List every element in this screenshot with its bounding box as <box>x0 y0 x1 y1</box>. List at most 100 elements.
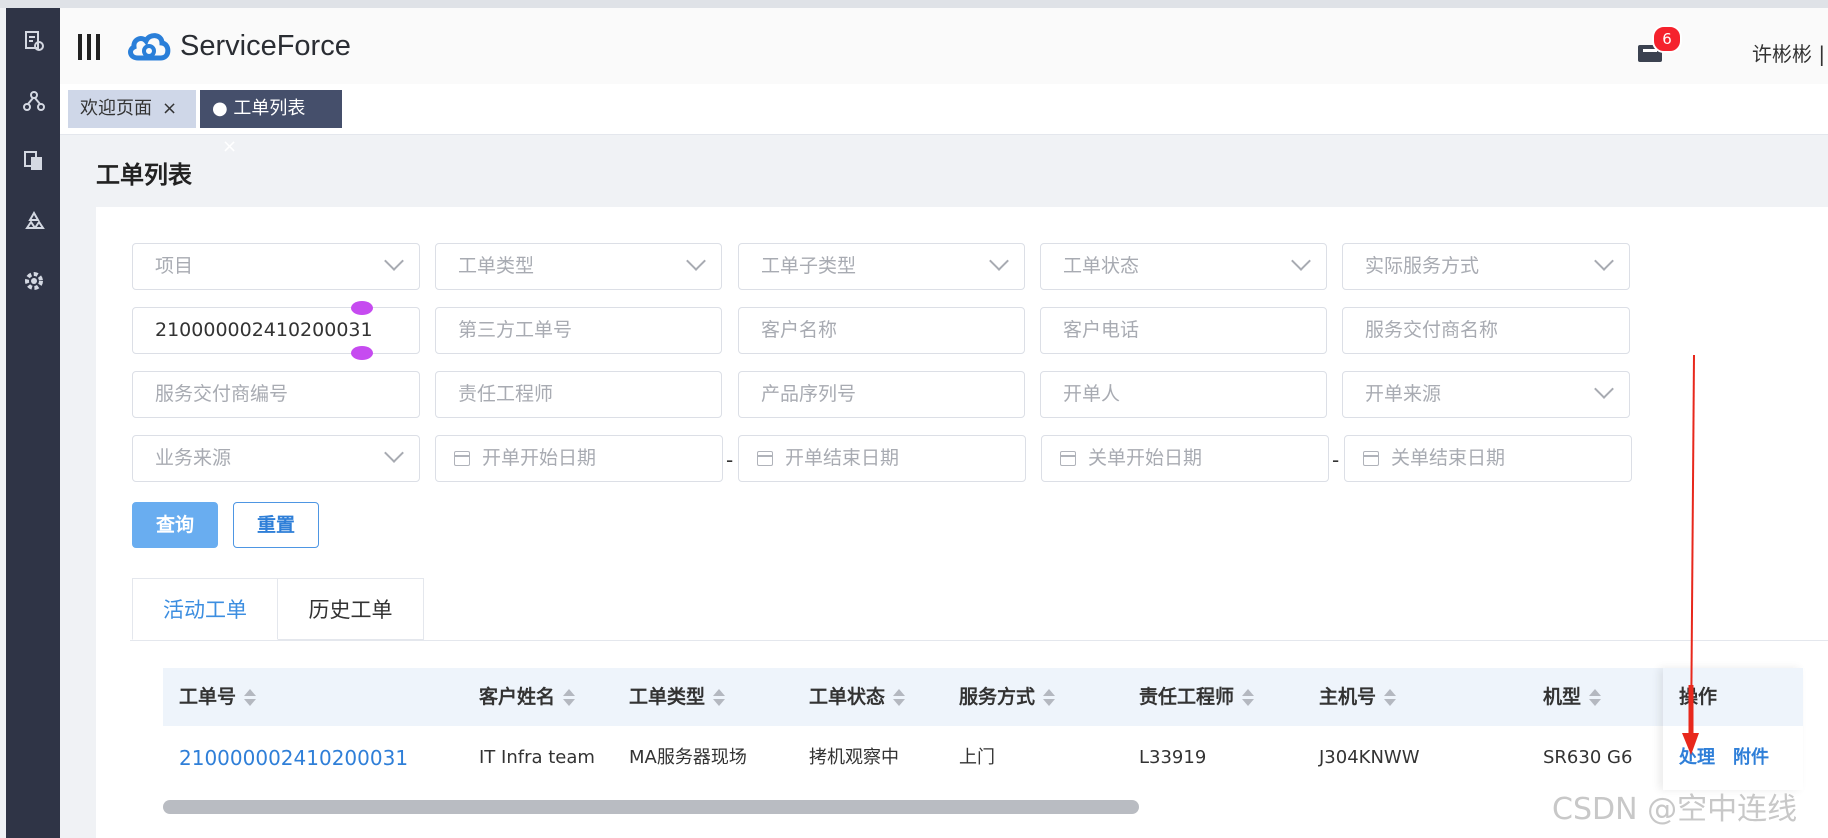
open-end-date[interactable]: 开单结束日期 <box>738 435 1026 482</box>
page-title: 工单列表 <box>96 161 192 189</box>
tab-welcome[interactable]: 欢迎页面 × <box>68 90 196 128</box>
list-tabs: 活动工单 历史工单 <box>130 578 1828 641</box>
close-start-date[interactable]: 关单开始日期 <box>1041 435 1329 482</box>
project-select[interactable]: 项目 <box>132 243 420 290</box>
open-source-select[interactable]: 开单来源 <box>1342 371 1630 418</box>
annotation-arrow <box>1682 355 1699 755</box>
select-placeholder: 业务来源 <box>155 447 232 469</box>
close-end-date[interactable]: 关单结束日期 <box>1344 435 1632 482</box>
ticket-number-link[interactable]: 210000002410200031 <box>179 726 408 790</box>
select-placeholder: 项目 <box>155 255 194 277</box>
open-start-date[interactable]: 开单开始日期 <box>435 435 723 482</box>
column-header-status[interactable]: 工单状态 <box>809 668 906 726</box>
tab-ticket-list[interactable]: ● 工单列表 × <box>200 90 342 157</box>
cell-engineer: L33919 <box>1139 747 1207 768</box>
calendar-icon <box>454 451 470 466</box>
select-placeholder: 工单状态 <box>1063 255 1140 277</box>
sort-icon[interactable] <box>1043 688 1056 707</box>
network-icon[interactable] <box>23 90 45 112</box>
table-header: 工单号 客户姓名 工单类型 工单状态 服务方式 责任工程师 主机号 机型 <box>163 668 1803 727</box>
header-label: 主机号 <box>1319 686 1377 708</box>
header-label: 服务方式 <box>959 686 1036 708</box>
customer-name-input[interactable]: 客户名称 <box>738 307 1025 354</box>
chevron-down-icon <box>384 443 404 463</box>
copy-icon[interactable] <box>23 150 45 172</box>
sort-icon[interactable] <box>713 688 726 707</box>
opener-input[interactable]: 开单人 <box>1040 371 1327 418</box>
text-cursor-handle-top[interactable] <box>351 301 373 315</box>
text-cursor-handle-bottom[interactable] <box>351 346 373 360</box>
notification-badge: 6 <box>1652 25 1682 53</box>
chevron-down-icon <box>1291 251 1311 271</box>
column-header-engineer[interactable]: 责任工程师 <box>1139 668 1255 726</box>
close-icon[interactable]: × <box>162 98 177 119</box>
cell-type: MA服务器现场 <box>629 747 747 768</box>
chevron-down-icon <box>1594 251 1614 271</box>
sort-icon[interactable] <box>1384 688 1397 707</box>
sort-icon[interactable] <box>563 688 576 707</box>
column-header-type[interactable]: 工单类型 <box>629 668 726 726</box>
chevron-down-icon <box>1594 379 1614 399</box>
provider-name-input[interactable]: 服务交付商名称 <box>1342 307 1630 354</box>
browser-strip <box>0 0 1828 8</box>
horizontal-scrollbar[interactable] <box>163 800 1139 814</box>
ticket-number-input[interactable]: 210000002410200031 <box>132 307 420 354</box>
header-label: 工单类型 <box>629 686 706 708</box>
calendar-icon <box>1060 451 1076 466</box>
select-placeholder: 开单来源 <box>1365 383 1442 405</box>
column-header-customer[interactable]: 客户姓名 <box>479 668 576 726</box>
column-header-model[interactable]: 机型 <box>1543 668 1602 726</box>
customer-phone-input[interactable]: 客户电话 <box>1040 307 1327 354</box>
sort-icon[interactable] <box>1242 688 1255 707</box>
page-tabs-bar: 欢迎页面 × ● 工单列表 × <box>60 84 1828 157</box>
sort-icon[interactable] <box>1589 688 1602 707</box>
header-label: 客户姓名 <box>479 686 556 708</box>
attachment-link[interactable]: 附件 <box>1733 726 1769 790</box>
input-placeholder: 客户电话 <box>1063 319 1140 341</box>
tab-history-tickets[interactable]: 历史工单 <box>278 578 424 640</box>
menu-toggle-icon[interactable] <box>78 34 102 60</box>
actual-service-mode-select[interactable]: 实际服务方式 <box>1342 243 1630 290</box>
date-placeholder: 开单结束日期 <box>785 447 900 469</box>
select-placeholder: 工单类型 <box>458 255 535 277</box>
cell-service: 上门 <box>959 747 995 768</box>
close-icon[interactable]: × <box>222 136 237 157</box>
input-placeholder: 第三方工单号 <box>458 319 573 341</box>
column-header-host[interactable]: 主机号 <box>1319 668 1397 726</box>
serial-number-input[interactable]: 产品序列号 <box>738 371 1025 418</box>
sort-icon[interactable] <box>244 688 257 707</box>
calendar-icon <box>1363 451 1379 466</box>
tab-label: 欢迎页面 <box>80 98 152 119</box>
calendar-icon <box>757 451 773 466</box>
input-placeholder: 客户名称 <box>761 319 838 341</box>
ticket-type-select[interactable]: 工单类型 <box>435 243 722 290</box>
date-range-separator: - <box>726 448 734 472</box>
sidebar <box>6 8 60 838</box>
tab-label: ● 工单列表 <box>212 98 306 119</box>
business-source-select[interactable]: 业务来源 <box>132 435 420 482</box>
ticket-status-select[interactable]: 工单状态 <box>1040 243 1327 290</box>
gear-icon[interactable] <box>23 270 45 292</box>
date-placeholder: 开单开始日期 <box>482 447 597 469</box>
input-placeholder: 服务交付商名称 <box>1365 319 1499 341</box>
header-label: 工单号 <box>179 686 237 708</box>
provider-code-input[interactable]: 服务交付商编号 <box>132 371 420 418</box>
header-label: 工单状态 <box>809 686 886 708</box>
document-settings-icon[interactable] <box>23 30 45 52</box>
user-name[interactable]: 许彬彬 | L2655 <box>1752 38 1828 67</box>
engineer-input[interactable]: 责任工程师 <box>435 371 722 418</box>
header-label: 机型 <box>1543 686 1582 708</box>
sort-icon[interactable] <box>893 688 906 707</box>
date-placeholder: 关单开始日期 <box>1088 447 1203 469</box>
cloud-logo-icon <box>128 33 171 61</box>
recycle-icon[interactable] <box>23 210 45 232</box>
date-placeholder: 关单结束日期 <box>1391 447 1506 469</box>
column-header-service[interactable]: 服务方式 <box>959 668 1056 726</box>
reset-button[interactable]: 重置 <box>233 502 319 548</box>
ticket-subtype-select[interactable]: 工单子类型 <box>738 243 1025 290</box>
third-party-ticket-input[interactable]: 第三方工单号 <box>435 307 722 354</box>
query-button[interactable]: 查询 <box>132 502 218 548</box>
column-header-ticket-no[interactable]: 工单号 <box>179 668 257 726</box>
tab-active-tickets[interactable]: 活动工单 <box>132 578 278 640</box>
brand-name: ServiceForce <box>180 30 351 62</box>
